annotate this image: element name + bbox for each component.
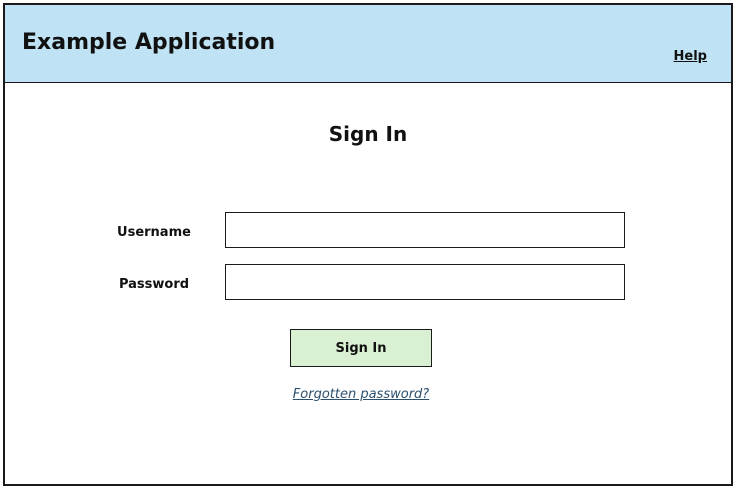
password-label: Password [118,277,190,292]
app-window: Example Application Help Sign In Usernam… [3,3,733,486]
help-link[interactable]: Help [674,49,707,64]
username-field[interactable] [225,212,625,248]
password-field[interactable] [225,264,625,300]
page-title: Sign In [328,122,408,146]
forgot-password-link[interactable]: Forgotten password? [5,387,717,402]
sign-in-button[interactable]: Sign In [290,329,432,367]
username-label: Username [117,225,191,240]
header-bar: Example Application Help [5,5,731,83]
app-title: Example Application [22,30,276,55]
